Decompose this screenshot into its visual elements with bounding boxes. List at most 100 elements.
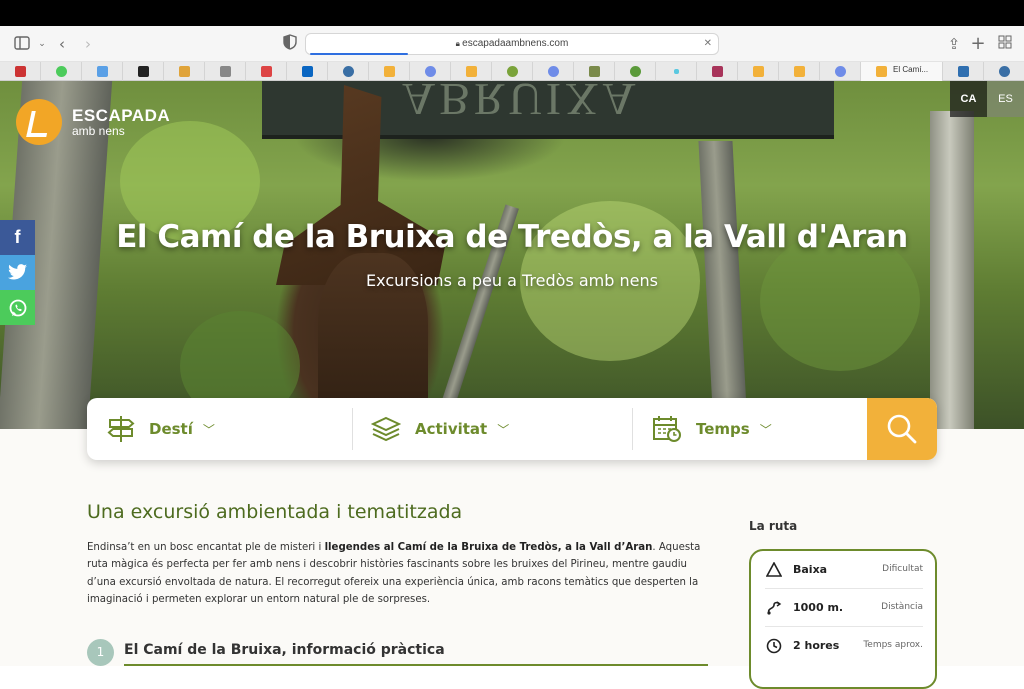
search-icon xyxy=(887,414,917,444)
share-icon[interactable]: ⇪ xyxy=(944,34,964,54)
twitter-icon xyxy=(7,264,27,280)
route-info-card: Baixa Dificultat 1000 m. Distància 2 hor… xyxy=(749,549,937,689)
wordpress-favicon-icon xyxy=(999,66,1010,77)
tab[interactable] xyxy=(820,62,861,81)
route-row-distance: 1000 m. Distància xyxy=(765,589,923,627)
search-filter-bar: Destí ﹀ Activitat ﹀ Temps ﹀ xyxy=(87,398,937,460)
divider xyxy=(352,408,353,450)
tab[interactable] xyxy=(123,62,164,81)
wordpress-favicon-icon xyxy=(343,66,354,77)
tab[interactable] xyxy=(656,62,697,81)
tab[interactable] xyxy=(410,62,451,81)
tab-favicon-icon xyxy=(425,66,436,77)
screen-top-bar xyxy=(0,0,1024,26)
tab[interactable] xyxy=(82,62,123,81)
language-ca-button[interactable]: CA xyxy=(950,81,987,117)
tab[interactable] xyxy=(205,62,246,81)
calendar-clock-icon xyxy=(653,416,681,442)
route-value: 2 hores xyxy=(793,639,840,652)
tab-favicon-icon xyxy=(630,66,641,77)
tab-favicon-icon xyxy=(548,66,559,77)
sidebar-toggle-icon[interactable] xyxy=(12,34,32,54)
step-heading: El Camí de la Bruixa, informació pràctic… xyxy=(124,642,445,658)
sidebar-menu-chevron-icon[interactable]: ⌄ xyxy=(32,34,52,54)
logo-subtitle: amb nens xyxy=(72,124,125,138)
tab[interactable] xyxy=(287,62,328,81)
tab-favicon-icon xyxy=(466,66,477,77)
site-logo[interactable]: ESCAPADA amb nens xyxy=(16,99,170,145)
tab-favicon-icon xyxy=(835,66,846,77)
facebook-icon: f xyxy=(14,227,21,247)
tab[interactable] xyxy=(615,62,656,81)
tab-favicon-icon xyxy=(15,66,26,77)
route-row-difficulty: Baixa Dificultat xyxy=(765,551,923,589)
tab-favicon-icon xyxy=(97,66,108,77)
tab[interactable] xyxy=(574,62,615,81)
page-load-progress xyxy=(310,53,408,55)
tab[interactable] xyxy=(164,62,205,81)
whatsapp-share-button[interactable] xyxy=(0,290,35,325)
para-intro: Endinsa’t en un bosc encantat ple de mis… xyxy=(87,542,325,553)
tab[interactable] xyxy=(451,62,492,81)
tab[interactable] xyxy=(41,62,82,81)
route-label: Temps aprox. xyxy=(863,640,923,650)
tab[interactable] xyxy=(369,62,410,81)
route-label: Dificultat xyxy=(882,564,923,574)
tab[interactable] xyxy=(246,62,287,81)
tab[interactable] xyxy=(738,62,779,81)
privacy-shield-icon[interactable] xyxy=(280,34,300,54)
browser-toolbar: ⌄ ‹ › 🔒︎ escapadaambnens.com ✕ ⇪ + xyxy=(0,26,1024,62)
tab[interactable] xyxy=(492,62,533,81)
tab[interactable] xyxy=(533,62,574,81)
route-heading: La ruta xyxy=(749,519,798,533)
chevron-down-icon: ﹀ xyxy=(759,422,772,437)
destination-label: Destí xyxy=(149,420,193,438)
clock-icon xyxy=(765,638,783,656)
route-value: Baixa xyxy=(793,563,828,576)
tab-favicon-icon xyxy=(384,66,395,77)
logo-title: ESCAPADA xyxy=(72,106,171,125)
route-label: Distància xyxy=(881,602,923,612)
tab-active[interactable]: El Camí... xyxy=(861,62,943,81)
tab[interactable] xyxy=(328,62,369,81)
tab[interactable] xyxy=(943,62,984,81)
forward-icon[interactable]: › xyxy=(78,34,98,54)
chevron-down-icon: ﹀ xyxy=(497,422,510,437)
para-highlight: llegendes al Camí de la Bruixa de Tredòs… xyxy=(324,542,653,553)
layers-icon xyxy=(371,416,401,442)
clear-url-icon[interactable]: ✕ xyxy=(704,34,712,54)
new-tab-icon[interactable]: + xyxy=(968,34,988,54)
escapada-favicon-icon xyxy=(876,66,887,77)
facebook-share-button[interactable]: f xyxy=(0,220,35,255)
whatsapp-favicon-icon xyxy=(56,66,67,77)
tab-favicon-icon xyxy=(674,69,679,74)
tab[interactable] xyxy=(697,62,738,81)
section-heading: Una excursió ambientada i tematitzada xyxy=(87,501,463,523)
route-icon xyxy=(765,600,783,618)
tree-trunk xyxy=(930,111,974,429)
whatsapp-icon xyxy=(9,299,26,317)
back-icon[interactable]: ‹ xyxy=(52,34,72,54)
tab-strip: El Camí... xyxy=(0,62,1024,81)
route-row-time: 2 hores Temps aprox. xyxy=(765,627,923,665)
search-button[interactable] xyxy=(867,398,937,460)
tab[interactable] xyxy=(779,62,820,81)
twitter-share-button[interactable] xyxy=(0,255,35,290)
tab-overview-icon[interactable] xyxy=(995,34,1015,54)
time-label: Temps xyxy=(696,420,750,438)
tab[interactable] xyxy=(984,62,1024,81)
tab-favicon-icon xyxy=(712,66,723,77)
divider xyxy=(632,408,633,450)
main-content: Una excursió ambientada i tematitzada En… xyxy=(0,429,1024,689)
linkedin-favicon-icon xyxy=(302,66,313,77)
tab-favicon-icon xyxy=(507,66,518,77)
time-dropdown[interactable]: Temps ﹀ xyxy=(652,398,772,460)
language-es-button[interactable]: ES xyxy=(987,81,1024,117)
tab-favicon-icon xyxy=(958,66,969,77)
activity-dropdown[interactable]: Activitat ﹀ xyxy=(371,398,509,460)
tab[interactable] xyxy=(0,62,41,81)
destination-dropdown[interactable]: Destí ﹀ xyxy=(107,398,215,460)
active-tab-title: El Camí... xyxy=(893,65,929,74)
address-bar[interactable]: 🔒︎ escapadaambnens.com ✕ xyxy=(305,33,719,55)
gmail-favicon-icon xyxy=(261,66,272,77)
